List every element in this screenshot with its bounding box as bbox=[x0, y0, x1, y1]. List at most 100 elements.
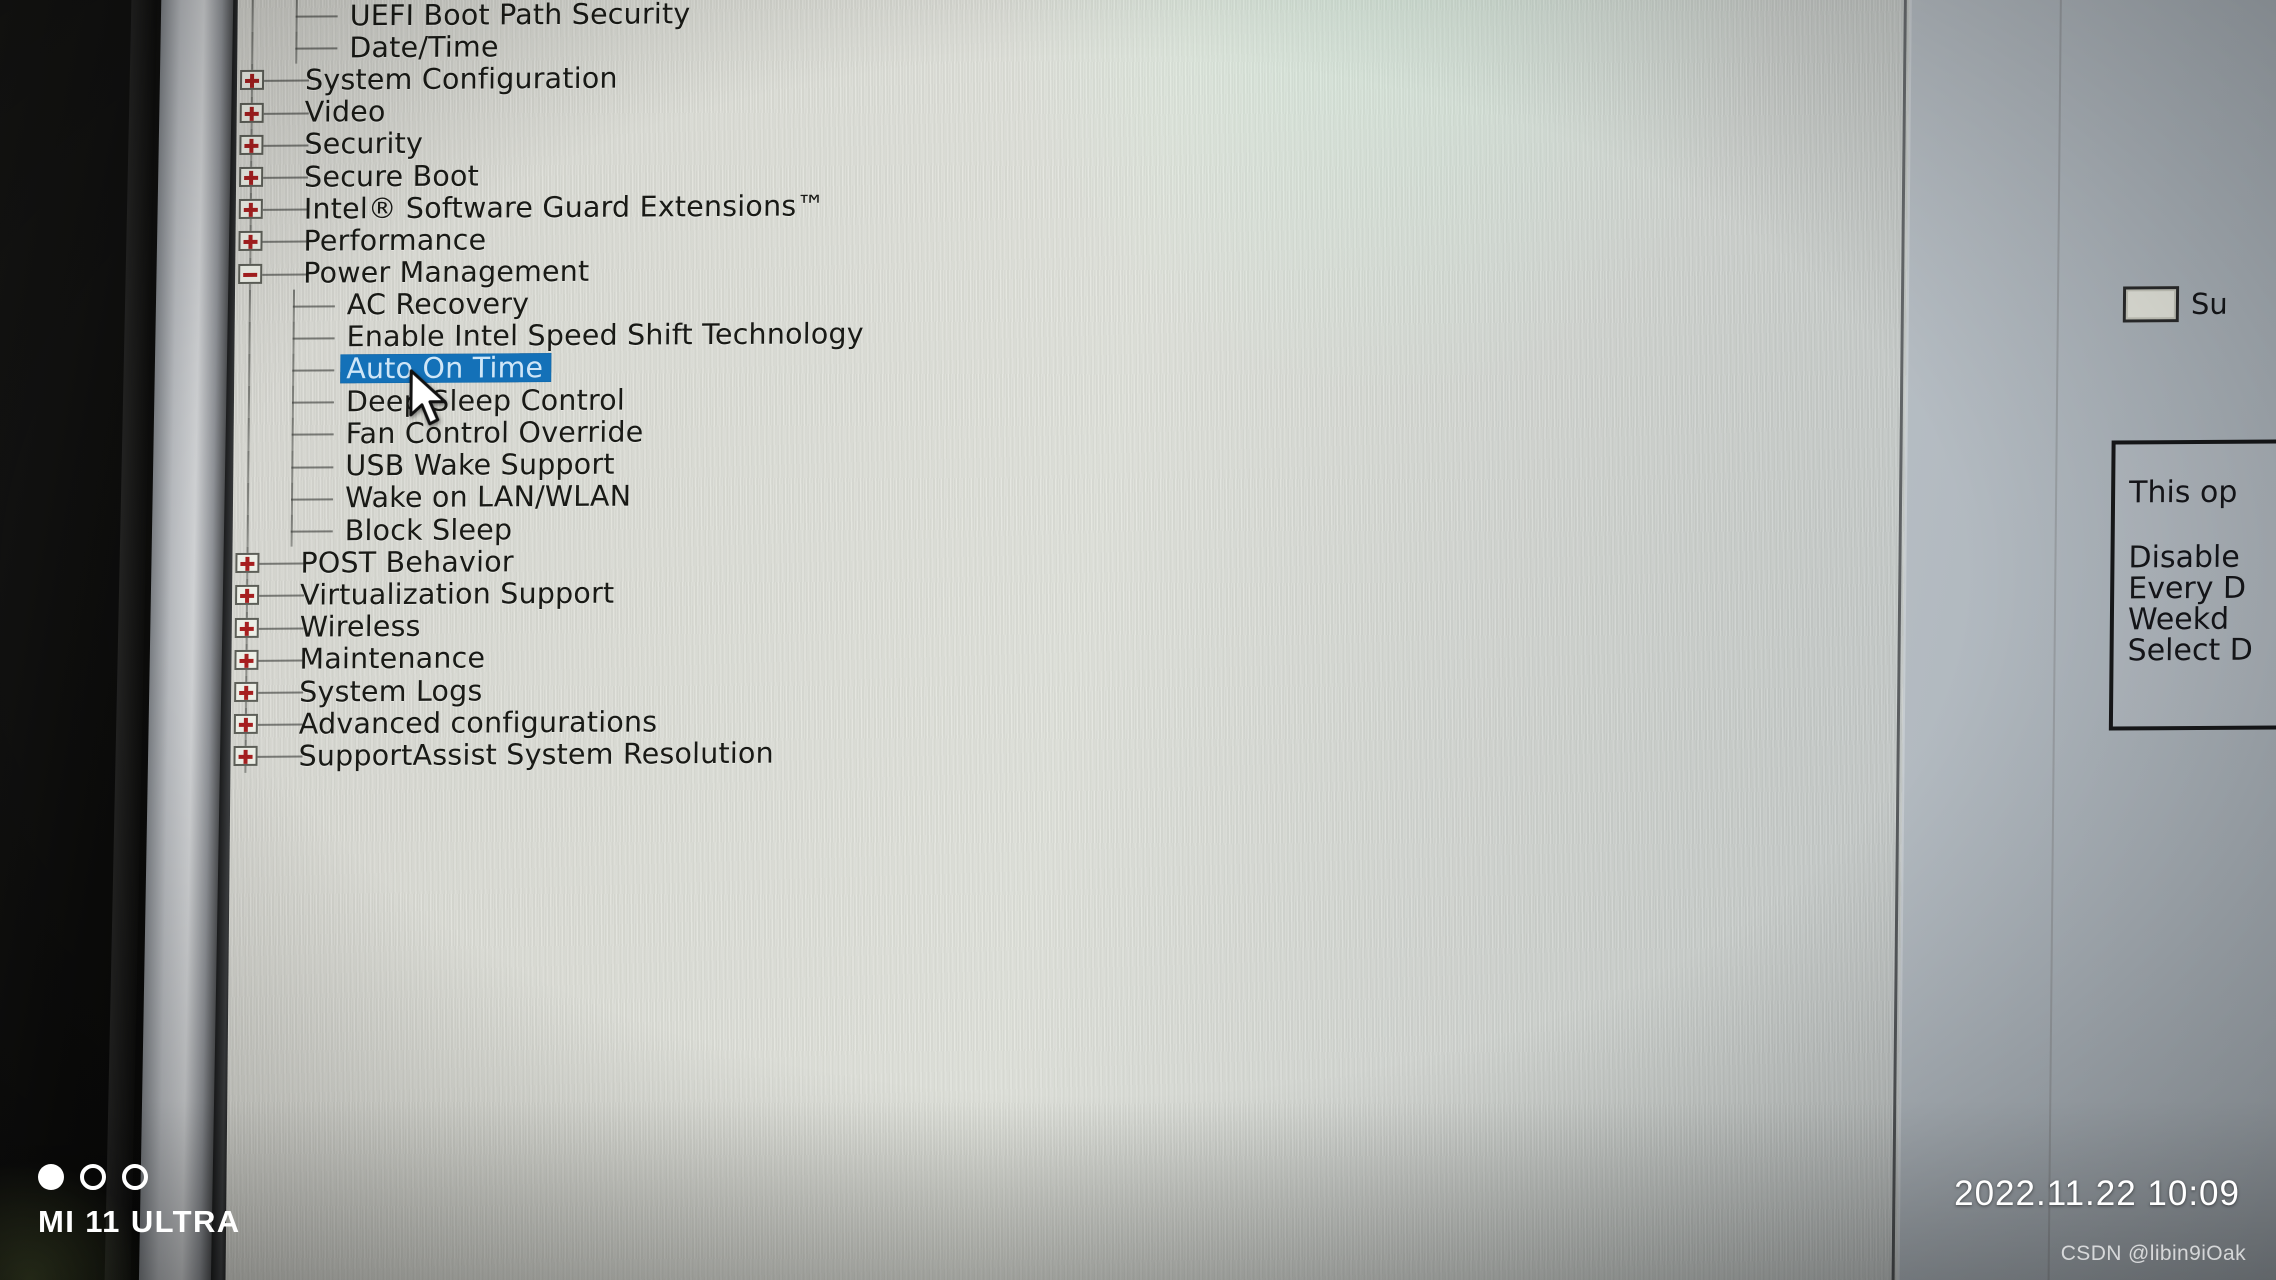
expand-plus-icon[interactable] bbox=[235, 553, 260, 574]
tree-item-label: Enable Intel Speed Shift Technology bbox=[346, 317, 864, 354]
tree-item-label: Wireless bbox=[299, 609, 421, 644]
expander-bar bbox=[244, 621, 249, 636]
tree-elbow-line bbox=[258, 594, 305, 598]
tree-elbow-line bbox=[291, 401, 334, 404]
expander-bar bbox=[249, 170, 254, 185]
tree-elbow-line bbox=[292, 305, 335, 308]
tree-elbow-line bbox=[261, 240, 308, 244]
expand-plus-icon[interactable] bbox=[234, 617, 259, 638]
checkbox-icon[interactable] bbox=[2122, 286, 2180, 323]
tree-guide-line bbox=[247, 386, 251, 419]
description-line: This op bbox=[2128, 474, 2238, 511]
tree-item-label: UEFI Boot Path Security bbox=[349, 0, 691, 32]
tree-item-label: Secure Boot bbox=[303, 159, 480, 194]
tree-guide-line bbox=[247, 418, 250, 451]
collapse-minus-icon[interactable] bbox=[238, 263, 263, 284]
tree-guide-line bbox=[248, 353, 251, 387]
camera-watermark-left: MI 11 ULTRA bbox=[38, 1164, 241, 1240]
tree-elbow-line bbox=[256, 755, 303, 759]
tree-item-label: Video bbox=[304, 95, 386, 129]
tree-elbow-line bbox=[257, 627, 304, 630]
expand-plus-icon[interactable] bbox=[235, 585, 260, 606]
tree-elbow-line bbox=[262, 112, 309, 115]
expand-plus-icon[interactable] bbox=[239, 70, 265, 91]
tree-elbow-line bbox=[257, 659, 304, 662]
tree-item-label: Advanced configurations bbox=[298, 705, 658, 741]
expand-plus-icon[interactable] bbox=[239, 102, 264, 123]
tree-guide-line bbox=[248, 321, 251, 354]
expand-plus-icon[interactable] bbox=[238, 231, 263, 252]
tree-elbow-line bbox=[261, 273, 308, 276]
tree-guide-line bbox=[247, 450, 250, 483]
expand-plus-icon[interactable] bbox=[234, 649, 259, 670]
photo-of-monitor: Su This op Disable Every D Weekd Select … bbox=[0, 0, 2276, 1280]
suspend-checkbox-row[interactable]: Su bbox=[2122, 286, 2228, 323]
expander-bar bbox=[243, 750, 248, 765]
expander-bar bbox=[249, 106, 254, 121]
tree-elbow-line bbox=[292, 369, 335, 372]
tree-elbow-line bbox=[261, 208, 308, 211]
expander-bar bbox=[248, 235, 253, 250]
csdn-credit-watermark: CSDN @libin9iOak bbox=[2060, 1242, 2246, 1265]
expander-bar bbox=[248, 203, 253, 218]
tree-elbow-line bbox=[292, 337, 335, 340]
tree-elbow-line bbox=[256, 723, 303, 726]
expand-plus-icon[interactable] bbox=[238, 198, 263, 220]
description-line: Weekd bbox=[2127, 601, 2230, 638]
tree-elbow-line bbox=[257, 691, 304, 694]
expander-bar bbox=[249, 74, 255, 89]
description-line: Select D bbox=[2127, 632, 2253, 668]
tree-guide-line bbox=[246, 482, 250, 515]
tree-item-label: SupportAssist System Resolution bbox=[298, 736, 775, 773]
tree-guide-line bbox=[246, 514, 249, 548]
tree-item-label: Power Management bbox=[303, 254, 590, 290]
tree-item-label: Virtualization Support bbox=[299, 576, 615, 612]
expander-bar bbox=[245, 589, 250, 604]
tree-elbow-line bbox=[295, 47, 338, 50]
tree-item-label: AC Recovery bbox=[346, 287, 530, 322]
tree-item-label: Maintenance bbox=[299, 641, 486, 676]
checkbox-label: Su bbox=[2190, 286, 2228, 322]
expander-bar bbox=[244, 653, 249, 668]
tree-elbow-line bbox=[295, 15, 338, 18]
tree-item-label: Wake on LAN/WLAN bbox=[344, 479, 632, 515]
tree-elbow-line bbox=[258, 562, 305, 566]
tree-elbow-line bbox=[263, 79, 310, 83]
lens-dot-icon bbox=[80, 1164, 106, 1190]
tree-item-label: Deep Sleep Control bbox=[345, 383, 626, 419]
expander-bar bbox=[249, 138, 254, 153]
tree-guide-line bbox=[251, 32, 254, 65]
tree-item-label: Security bbox=[304, 127, 424, 161]
expander-bar bbox=[243, 718, 248, 733]
tree-item-label: System Configuration bbox=[304, 61, 618, 97]
expand-plus-icon[interactable] bbox=[233, 746, 258, 767]
tree-item-label: Date/Time bbox=[349, 30, 499, 65]
description-line: Disable bbox=[2128, 539, 2240, 576]
expander-bar bbox=[244, 685, 249, 700]
bios-screen: Su This op Disable Every D Weekd Select … bbox=[225, 0, 2276, 1280]
lens-dot-icon bbox=[38, 1164, 64, 1190]
lens-dot-icon bbox=[122, 1164, 148, 1190]
expander-bar bbox=[243, 272, 258, 277]
expander-bar bbox=[245, 557, 250, 572]
tree-elbow-line bbox=[291, 498, 334, 501]
tree-elbow-line bbox=[291, 433, 334, 437]
tree-guide-line bbox=[248, 289, 252, 322]
camera-model-label: MI 11 ULTRA bbox=[38, 1204, 241, 1239]
tree-item-label: System Logs bbox=[299, 673, 483, 709]
expand-plus-icon[interactable] bbox=[239, 166, 264, 187]
lens-indicator-dots bbox=[38, 1164, 241, 1190]
expand-plus-icon[interactable] bbox=[234, 681, 259, 702]
expand-plus-icon[interactable] bbox=[239, 134, 264, 155]
option-description-box: This op Disable Every D Weekd Select D bbox=[2108, 437, 2276, 731]
description-line: Every D bbox=[2128, 570, 2247, 607]
tree-item-label: Block Sleep bbox=[344, 512, 513, 547]
tree-elbow-line bbox=[290, 530, 333, 533]
expand-plus-icon[interactable] bbox=[233, 713, 258, 735]
bios-navigation-tree[interactable]: UEFI Boot Path Security Date/Time System C… bbox=[230, 0, 1878, 772]
tree-elbow-line bbox=[291, 466, 334, 469]
tree-item-label: Performance bbox=[303, 223, 487, 258]
tree-elbow-line bbox=[262, 144, 309, 147]
tree-item-label: POST Behavior bbox=[300, 545, 514, 580]
